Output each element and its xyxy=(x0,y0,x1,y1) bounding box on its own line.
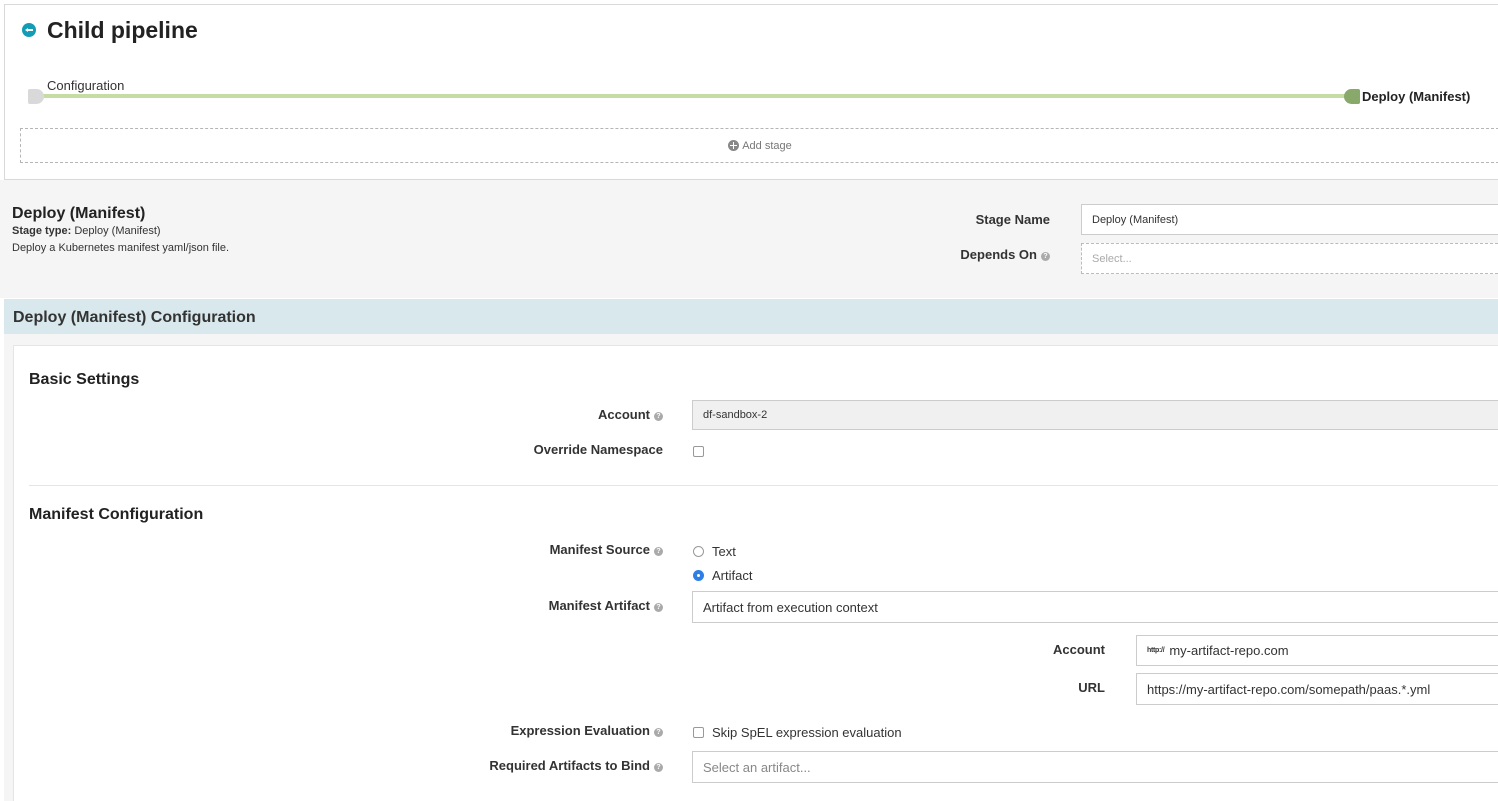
artifact-account-label: Account xyxy=(1053,642,1105,657)
section-divider xyxy=(29,485,1498,486)
page-title: Child pipeline xyxy=(47,17,198,43)
radio-artifact[interactable] xyxy=(693,570,704,581)
url-label: URL xyxy=(1078,680,1105,695)
artifact-account-select[interactable]: http:// my-artifact-repo.com xyxy=(1136,635,1498,666)
stage-node-configuration[interactable] xyxy=(28,89,44,104)
help-icon[interactable]: ? xyxy=(654,547,663,556)
radio-text-label[interactable]: Text xyxy=(712,544,736,559)
manifest-artifact-label-text: Manifest Artifact xyxy=(548,598,650,613)
basic-settings-title: Basic Settings xyxy=(29,371,140,388)
expression-evaluation-label: Expression Evaluation? xyxy=(420,723,663,738)
override-namespace-checkbox[interactable] xyxy=(693,446,704,457)
url-value: https://my-artifact-repo.com/somepath/pa… xyxy=(1147,681,1431,697)
manifest-artifact-select[interactable]: Artifact from execution context xyxy=(692,591,1498,623)
config-section-title: Deploy (Manifest) Configuration xyxy=(13,309,256,326)
stage-type: Stage type: Deploy (Manifest) xyxy=(12,225,161,237)
stage-name-value: Deploy (Manifest) xyxy=(1092,213,1179,226)
expression-evaluation-label-text: Expression Evaluation xyxy=(510,723,650,738)
help-icon[interactable]: ? xyxy=(654,603,663,612)
account-label: Account? xyxy=(420,407,663,422)
pipeline-graph: Configuration Deploy (Manifest) Add stag… xyxy=(4,59,1498,180)
http-icon: http:// xyxy=(1147,647,1165,654)
required-artifacts-label: Required Artifacts to Bind? xyxy=(420,758,663,773)
depends-on-placeholder: Select... xyxy=(1092,252,1132,265)
skip-spel-checkbox[interactable] xyxy=(693,727,704,738)
manifest-config-title: Manifest Configuration xyxy=(29,506,204,523)
override-namespace-label: Override Namespace xyxy=(533,442,663,457)
stage-name-input[interactable]: Deploy (Manifest) xyxy=(1081,204,1498,235)
stage-name-label-text: Stage Name xyxy=(975,212,1050,227)
add-stage-label: Add stage xyxy=(742,139,792,152)
pipeline-header: Child pipeline xyxy=(4,4,1498,60)
stage-type-value: Deploy (Manifest) xyxy=(74,225,161,237)
skip-spel-label[interactable]: Skip SpEL expression evaluation xyxy=(712,725,902,740)
help-icon[interactable]: ? xyxy=(654,728,663,737)
help-icon[interactable]: ? xyxy=(654,763,663,772)
stage-label-deploy-manifest[interactable]: Deploy (Manifest) xyxy=(1362,89,1470,104)
stage-title: Deploy (Manifest) xyxy=(12,205,146,222)
account-label-text: Account xyxy=(598,407,650,422)
artifact-account-value: my-artifact-repo.com xyxy=(1169,643,1289,658)
stage-type-label: Stage type: xyxy=(12,225,72,237)
depends-on-label: Depends On? xyxy=(880,247,1050,262)
url-input[interactable]: https://my-artifact-repo.com/somepath/pa… xyxy=(1136,673,1498,705)
plus-circle-icon xyxy=(728,140,740,151)
required-artifacts-label-text: Required Artifacts to Bind xyxy=(489,758,650,773)
help-icon[interactable]: ? xyxy=(1041,252,1050,261)
depends-on-select[interactable]: Select... xyxy=(1081,243,1498,274)
required-artifacts-placeholder: Select an artifact... xyxy=(703,759,811,775)
account-value: df-sandbox-2 xyxy=(703,409,768,421)
config-section-header: Deploy (Manifest) Configuration xyxy=(4,299,1498,334)
stage-label-configuration[interactable]: Configuration xyxy=(47,78,124,93)
help-icon[interactable]: ? xyxy=(654,412,663,421)
manifest-artifact-label: Manifest Artifact? xyxy=(420,598,663,613)
radio-text[interactable] xyxy=(693,546,704,557)
depends-on-label-text: Depends On xyxy=(960,247,1037,262)
stage-detail-panel: Deploy (Manifest) Stage type: Deploy (Ma… xyxy=(0,180,1498,298)
pipeline-connector-line xyxy=(41,94,1351,98)
manifest-source-label-text: Manifest Source xyxy=(549,542,650,557)
radio-artifact-label[interactable]: Artifact xyxy=(712,568,752,583)
back-arrow-icon[interactable] xyxy=(22,23,36,37)
stage-description: Deploy a Kubernetes manifest yaml/json f… xyxy=(12,242,230,254)
add-stage-button[interactable]: Add stage xyxy=(20,128,1498,163)
required-artifacts-select[interactable]: Select an artifact... xyxy=(692,751,1498,783)
stage-node-deploy-manifest[interactable] xyxy=(1344,89,1360,104)
manifest-artifact-value: Artifact from execution context xyxy=(703,599,878,615)
stage-name-label: Stage Name xyxy=(900,212,1050,227)
account-select[interactable]: df-sandbox-2 xyxy=(692,400,1498,430)
manifest-source-label: Manifest Source? xyxy=(420,542,663,557)
